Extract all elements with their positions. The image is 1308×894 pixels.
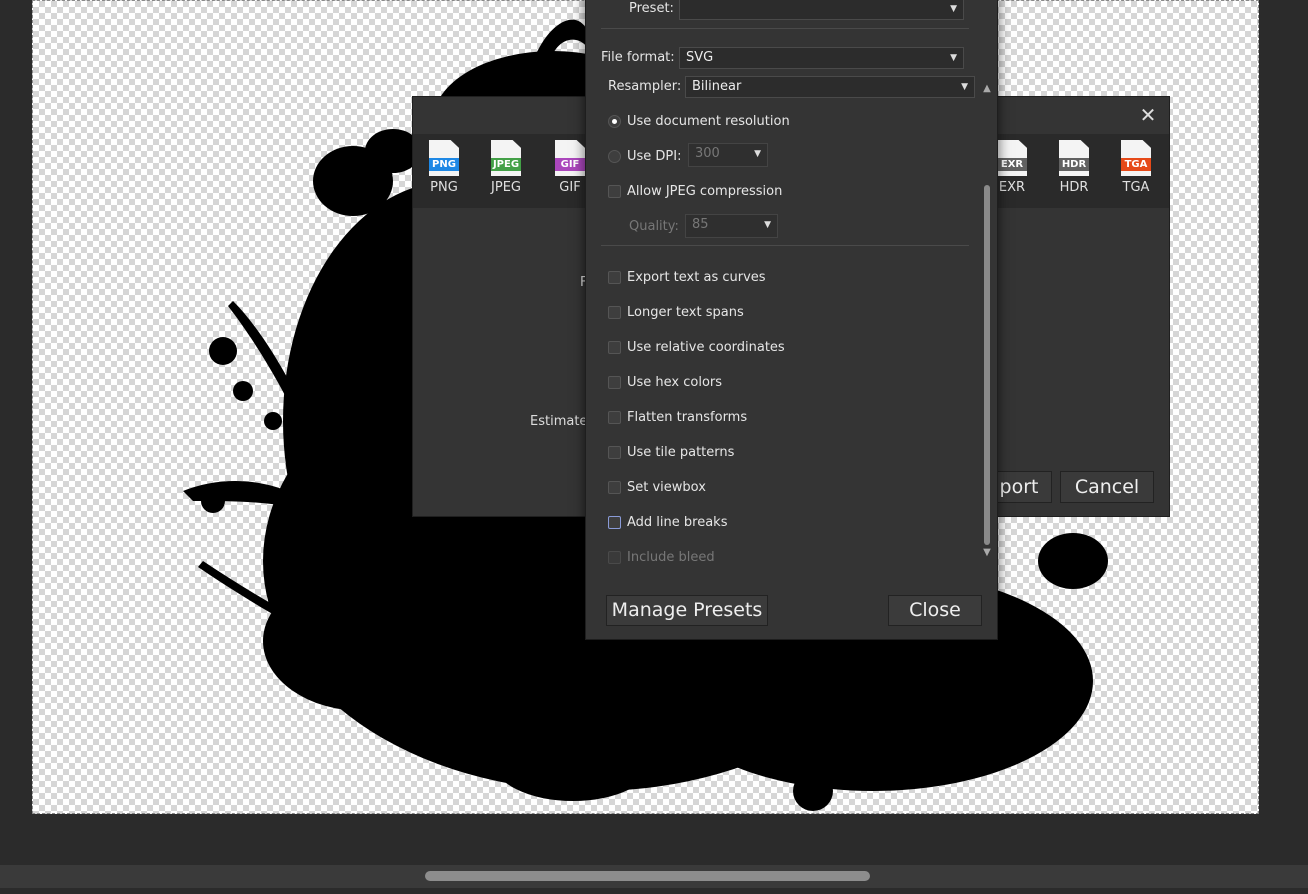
option-label: Use document resolution <box>627 114 790 129</box>
chevron-down-icon: ▼ <box>754 149 761 159</box>
resampler-value: Bilinear <box>692 79 742 94</box>
checkbox[interactable] <box>608 185 621 198</box>
checkbox <box>608 551 621 564</box>
option-label: Set viewbox <box>627 480 706 495</box>
option-label: Add line breaks <box>627 515 728 530</box>
checkbox[interactable] <box>608 271 621 284</box>
tga-file-icon: TGA <box>1121 140 1151 176</box>
option-label: Include bleed <box>627 550 715 565</box>
preset-select[interactable]: ▼ <box>679 0 964 20</box>
format-tga[interactable]: TGA TGA <box>1114 140 1158 195</box>
format-jpeg[interactable]: JPEG JPEG <box>484 140 528 195</box>
format-tag: GIF <box>555 158 585 171</box>
file-format-label: File format: <box>601 50 675 65</box>
format-tag: HDR <box>1059 158 1089 171</box>
exr-file-icon: EXR <box>997 140 1027 176</box>
close-button[interactable]: Close <box>888 595 982 626</box>
png-file-icon: PNG <box>429 140 459 176</box>
options-scrollbar-thumb[interactable] <box>984 185 990 545</box>
export-more-panel: Preset: ▼ File format: SVG ▼ Resampler: … <box>585 0 998 640</box>
options-scrollbar[interactable]: ▲ ▼ <box>982 83 992 563</box>
close-icon[interactable]: ✕ <box>1139 105 1157 125</box>
checkbox[interactable] <box>608 446 621 459</box>
checkbox[interactable] <box>608 516 621 529</box>
option-label: Use DPI: <box>627 149 682 164</box>
quality-label: Quality: <box>629 219 679 234</box>
dpi-value: 300 <box>695 146 720 161</box>
format-tag: EXR <box>997 158 1027 171</box>
manage-presets-button[interactable]: Manage Presets <box>606 595 768 626</box>
resampler-select[interactable]: Bilinear ▼ <box>685 76 975 98</box>
format-tag: JPEG <box>491 158 521 171</box>
option-label: Use tile patterns <box>627 445 735 460</box>
gif-file-icon: GIF <box>555 140 585 176</box>
file-format-select[interactable]: SVG ▼ <box>679 47 964 69</box>
scroll-down-icon[interactable]: ▼ <box>982 547 992 558</box>
option-label: Flatten transforms <box>627 410 748 425</box>
format-label: JPEG <box>491 180 521 195</box>
option-label: Longer text spans <box>627 305 744 320</box>
chevron-down-icon: ▼ <box>961 82 968 92</box>
quality-value: 85 <box>692 217 709 232</box>
preset-label: Preset: <box>629 1 674 16</box>
option-label: Use hex colors <box>627 375 723 390</box>
format-label: PNG <box>430 180 458 195</box>
divider <box>601 28 969 29</box>
horizontal-scrollbar[interactable] <box>0 865 1308 888</box>
radio-button[interactable] <box>608 150 621 163</box>
option-label: Allow JPEG compression <box>627 184 783 199</box>
option-label: Use relative coordinates <box>627 340 785 355</box>
option-label: Export text as curves <box>627 270 766 285</box>
file-format-value: SVG <box>686 50 714 65</box>
format-png[interactable]: PNG PNG <box>422 140 466 195</box>
checkbox[interactable] <box>608 411 621 424</box>
dpi-field: 300 ▼ <box>688 143 768 167</box>
chevron-down-icon: ▼ <box>950 4 957 14</box>
scroll-up-icon[interactable]: ▲ <box>982 83 992 94</box>
checkbox[interactable] <box>608 341 621 354</box>
format-hdr[interactable]: HDR HDR <box>1052 140 1096 195</box>
format-tag: PNG <box>429 158 459 171</box>
resampler-label: Resampler: <box>608 79 682 94</box>
format-label: TGA <box>1122 180 1150 195</box>
checkbox[interactable] <box>608 306 621 319</box>
hdr-file-icon: HDR <box>1059 140 1089 176</box>
radio-button[interactable] <box>608 115 621 128</box>
checkbox[interactable] <box>608 481 621 494</box>
format-label: HDR <box>1059 180 1089 195</box>
checkbox[interactable] <box>608 376 621 389</box>
chevron-down-icon: ▼ <box>950 53 957 63</box>
divider <box>601 245 969 246</box>
jpeg-file-icon: JPEG <box>491 140 521 176</box>
format-tag: TGA <box>1121 158 1151 171</box>
horizontal-scrollbar-thumb[interactable] <box>425 871 870 881</box>
quality-field: 85 ▼ <box>685 214 778 238</box>
chevron-down-icon: ▼ <box>764 220 771 230</box>
cancel-button[interactable]: Cancel <box>1060 471 1154 503</box>
